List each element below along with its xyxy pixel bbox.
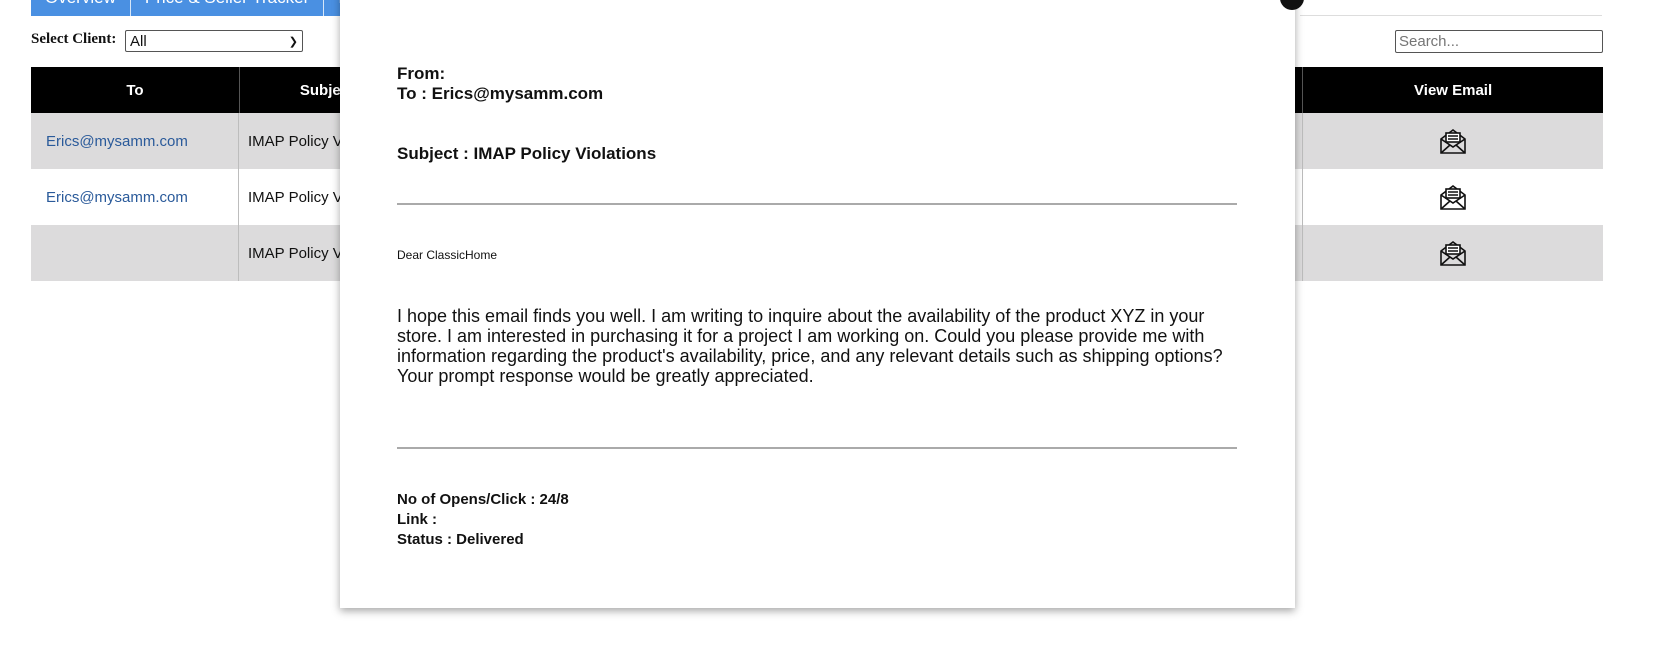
email-subject: Subject : IMAP Policy Violations xyxy=(397,144,657,163)
row-to-link[interactable] xyxy=(31,225,239,281)
client-select[interactable]: All ❯ xyxy=(125,30,303,52)
row-to-link[interactable]: Erics@mysamm.com xyxy=(31,113,239,169)
chevron-down-icon: ❯ xyxy=(288,35,298,48)
email-preview-modal: From: To : Erics@mysamm.com Subject : IM… xyxy=(340,0,1295,608)
tab-overview[interactable]: Overview xyxy=(31,0,131,16)
divider xyxy=(397,203,1237,205)
opens-clicks: No of Opens/Click : 24/8 xyxy=(397,491,569,508)
header-to: To xyxy=(31,67,240,113)
email-status: Status : Delivered xyxy=(397,531,524,548)
row-to-link[interactable]: Erics@mysamm.com xyxy=(31,169,239,225)
header-view-email: View Email xyxy=(1414,81,1493,99)
view-email-button[interactable] xyxy=(1303,225,1603,281)
tab-price-seller-tracker[interactable]: Price & Seller Tracker xyxy=(130,0,325,16)
top-tabs: Overview Price & Seller Tracker I xyxy=(31,0,358,16)
email-to: To : Erics@mysamm.com xyxy=(397,84,604,103)
email-from: From: xyxy=(397,64,446,83)
email-greeting: Dear ClassicHome xyxy=(397,248,498,262)
open-envelope-icon[interactable] xyxy=(1439,127,1467,155)
email-link: Link : xyxy=(397,511,437,528)
client-select-value: All xyxy=(130,32,147,50)
search-input[interactable] xyxy=(1395,30,1603,53)
divider xyxy=(397,447,1237,449)
select-client-label: Select Client: xyxy=(31,31,117,47)
email-body: I hope this email finds you well. I am w… xyxy=(397,306,1223,386)
open-envelope-icon[interactable] xyxy=(1439,239,1467,267)
view-email-button[interactable] xyxy=(1303,113,1603,169)
view-email-button[interactable] xyxy=(1303,169,1603,225)
open-envelope-icon[interactable] xyxy=(1439,183,1467,211)
tab-divider xyxy=(1300,15,1602,16)
